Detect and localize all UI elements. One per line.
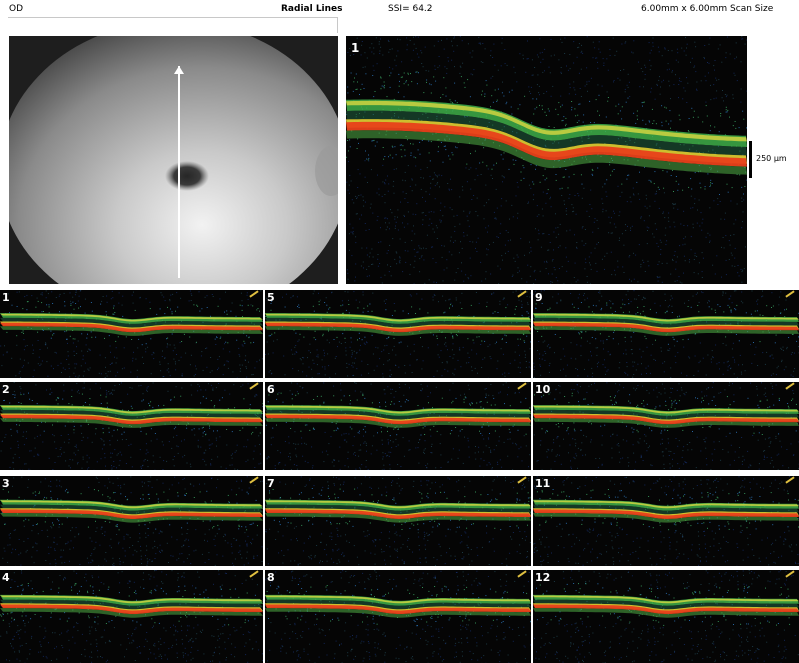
- oct-bscan-graphic: [265, 382, 531, 470]
- thumbnail-number: 1: [2, 291, 10, 304]
- thumbnail-number: 8: [267, 571, 275, 584]
- ssi-label: SSI= 64.2: [388, 4, 433, 14]
- thumbnail-number: 3: [2, 477, 10, 490]
- oct-bscan-graphic: [533, 382, 799, 470]
- scan-pattern-label: Radial Lines: [281, 4, 343, 14]
- oct-bscan-graphic: [265, 570, 531, 663]
- oct-thumbnail[interactable]: 11: [533, 476, 799, 566]
- thumbnail-number: 11: [535, 477, 551, 490]
- oct-bscan-graphic: [0, 290, 263, 378]
- oct-thumbnail[interactable]: 10: [533, 382, 799, 470]
- oct-bscan-graphic: [533, 476, 799, 566]
- oct-bscan-graphic: [0, 570, 263, 663]
- oct-bscan-graphic: [346, 36, 747, 284]
- oct-thumbnail[interactable]: 12: [533, 570, 799, 663]
- header-divider: [8, 17, 338, 18]
- thumbnail-number: 4: [2, 571, 10, 584]
- scan-line-arrow[interactable]: [178, 66, 180, 278]
- oct-bscan-graphic: [533, 290, 799, 378]
- oct-thumbnail[interactable]: 4: [0, 570, 263, 663]
- scale-label: 250 µm: [756, 154, 787, 163]
- oct-thumbnail[interactable]: 9: [533, 290, 799, 378]
- scan-size-label: 6.00mm x 6.00mm Scan Size: [641, 4, 774, 14]
- oct-thumbnail[interactable]: 6: [265, 382, 531, 470]
- thumbnail-number: 9: [535, 291, 543, 304]
- main-scan-number: 1: [351, 41, 360, 55]
- scan-line-arrowhead: [174, 66, 184, 74]
- oct-thumbnail[interactable]: 2: [0, 382, 263, 470]
- oct-thumbnail[interactable]: 8: [265, 570, 531, 663]
- thumbnail-number: 2: [2, 383, 10, 396]
- oct-thumbnail[interactable]: 3: [0, 476, 263, 566]
- thumbnail-number: 12: [535, 571, 551, 584]
- scale-bar: [749, 141, 752, 178]
- oct-thumbnail[interactable]: 7: [265, 476, 531, 566]
- thumbnail-number: 6: [267, 383, 275, 396]
- oct-bscan-graphic: [265, 476, 531, 566]
- main-oct-scan[interactable]: 1: [346, 36, 747, 284]
- header-divider-vertical: [337, 17, 338, 33]
- oct-bscan-graphic: [0, 382, 263, 470]
- oct-bscan-graphic: [265, 290, 531, 378]
- oct-bscan-graphic: [0, 476, 263, 566]
- oct-thumbnail[interactable]: 5: [265, 290, 531, 378]
- fundus-image[interactable]: [9, 36, 338, 284]
- eye-label: OD: [9, 4, 24, 14]
- thumbnail-number: 7: [267, 477, 275, 490]
- thumbnail-number: 5: [267, 291, 275, 304]
- thumbnail-number: 10: [535, 383, 551, 396]
- oct-thumbnail[interactable]: 1: [0, 290, 263, 378]
- oct-bscan-graphic: [533, 570, 799, 663]
